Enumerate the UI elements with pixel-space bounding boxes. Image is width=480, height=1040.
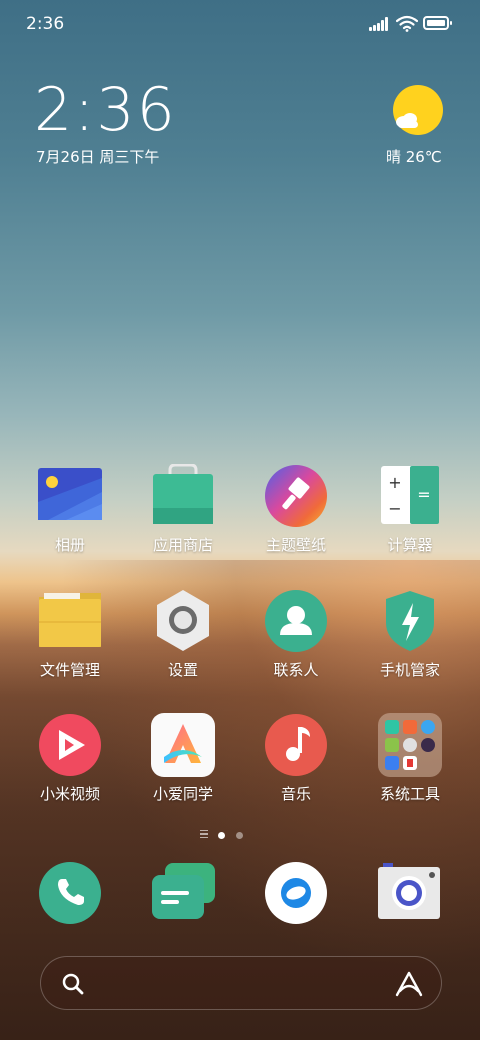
security-icon [386, 591, 434, 651]
app-label: 手机管家 [379, 661, 440, 679]
search-bar[interactable] [40, 956, 442, 1010]
app-store-icon [153, 464, 213, 524]
sun-cloud-icon[interactable] [392, 84, 444, 136]
app-label: 小爱同学 [152, 785, 213, 803]
gallery-icon [38, 468, 102, 520]
status-bar: 2:36 [0, 0, 480, 50]
page-indicator[interactable] [0, 830, 480, 842]
messages-icon[interactable] [151, 861, 215, 925]
app-tools-folder[interactable]: 系统工具 [352, 713, 468, 823]
browser-icon[interactable] [264, 861, 328, 925]
app-xiaoai[interactable]: 小爱同学 [125, 713, 241, 823]
page-dot-active[interactable] [218, 832, 225, 839]
clock-date[interactable]: 7月26日 周三下午 [36, 146, 159, 167]
app-gallery[interactable]: 相册 [12, 464, 128, 574]
app-label: 主题壁纸 [265, 536, 326, 554]
app-security[interactable]: 手机管家 [352, 589, 468, 699]
app-label: 相册 [54, 536, 85, 554]
app-label: 小米视频 [39, 785, 100, 803]
svg-text:+: + [388, 473, 401, 492]
app-label: 联系人 [273, 661, 319, 679]
file-manager-icon [39, 593, 101, 647]
app-app-store[interactable]: 应用商店 [125, 464, 241, 574]
app-themes[interactable]: 主题壁纸 [238, 464, 354, 574]
video-icon [39, 714, 101, 776]
search-icon [62, 973, 84, 995]
signal-icon [369, 17, 391, 31]
app-label: 设置 [167, 661, 198, 679]
page-dot[interactable] [236, 832, 243, 839]
status-time: 2:36 [26, 14, 65, 34]
wifi-icon [396, 15, 418, 32]
app-calculator[interactable]: + − = 计算器 [352, 464, 468, 574]
app-music[interactable]: 音乐 [238, 713, 354, 823]
app-label: 计算器 [387, 536, 433, 554]
themes-icon [265, 465, 327, 527]
page-menu-icon[interactable] [200, 830, 208, 840]
app-contacts[interactable]: 联系人 [238, 589, 354, 699]
music-icon [265, 714, 327, 776]
calculator-icon: + − = [381, 466, 439, 524]
app-label: 音乐 [280, 785, 311, 803]
camera-icon[interactable] [377, 861, 441, 925]
svg-text:=: = [417, 485, 430, 504]
xiaoai-icon [151, 713, 215, 777]
weather-text[interactable]: 晴 26℃ [386, 146, 442, 167]
app-file-manager[interactable]: 文件管理 [12, 589, 128, 699]
battery-icon [423, 16, 452, 30]
app-label: 文件管理 [39, 661, 100, 679]
app-settings[interactable]: 设置 [125, 589, 241, 699]
clock-time[interactable]: 2:36 [34, 78, 177, 142]
xiaoai-assistant-icon[interactable] [395, 971, 423, 997]
app-label: 应用商店 [152, 536, 213, 554]
svg-text:−: − [388, 499, 401, 518]
contacts-icon [265, 590, 327, 652]
phone-icon[interactable] [38, 861, 102, 925]
app-label: 系统工具 [379, 785, 440, 803]
app-video[interactable]: 小米视频 [12, 713, 128, 823]
settings-icon [157, 590, 209, 651]
tools-folder-icon [378, 713, 442, 777]
